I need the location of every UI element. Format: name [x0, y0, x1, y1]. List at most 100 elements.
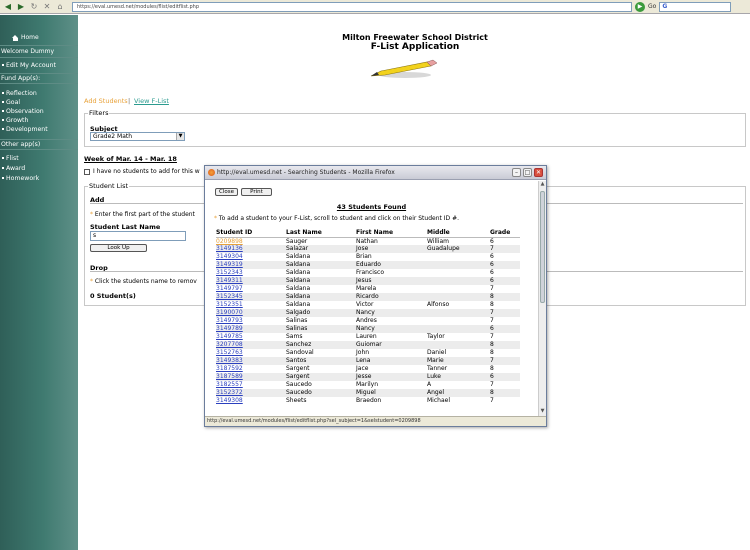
student-id-link[interactable]: 3149304	[216, 253, 286, 261]
first-name-cell: Eduardo	[356, 261, 427, 270]
student-id-link[interactable]: 3149311	[216, 277, 286, 286]
first-name-cell: Marilyn	[356, 380, 379, 388]
student-id-link[interactable]: 3149789	[216, 324, 286, 333]
url-input[interactable]: https://eval.umesd.net/modules/flist/edi…	[72, 1, 632, 12]
student-id-link[interactable]: 3190070	[216, 309, 286, 318]
student-id-link[interactable]: 3152345	[216, 293, 286, 302]
sidebar-item-growth[interactable]: Growth	[2, 117, 28, 124]
go-label[interactable]: Go	[648, 3, 656, 10]
first-name-cell: Jesse	[356, 372, 427, 381]
sidebar-item-flist[interactable]: Flist	[2, 155, 19, 162]
student-id-link[interactable]: 3152343	[216, 269, 286, 277]
grade-cell: 8	[490, 348, 494, 356]
view-flist-link[interactable]: View F-List	[134, 97, 169, 105]
popup-titlebar[interactable]: http://eval.umesd.net - Searching Studen…	[205, 166, 546, 180]
last-name-input[interactable]: s	[90, 231, 186, 241]
browser-toolbar: ◀ ▶ ↻ ✕ ⌂ https://eval.umesd.net/modules…	[0, 0, 750, 14]
student-id-link[interactable]: 3207708	[216, 340, 286, 349]
filters-legend: Filters	[88, 109, 110, 117]
last-name-cell: Saucedo	[286, 380, 312, 388]
bullet-icon	[2, 128, 4, 130]
grade-cell: 6	[490, 269, 494, 277]
google-search-input[interactable]: G	[659, 1, 732, 12]
student-id-link[interactable]: 3149793	[216, 317, 286, 325]
popup-scrollbar[interactable]: ▲ ▼	[538, 181, 546, 416]
reload-icon[interactable]: ↻	[29, 2, 39, 12]
sidebar-item-label: Reflection	[6, 90, 37, 97]
middle-name-cell	[427, 324, 490, 333]
grade-cell: 8	[490, 364, 494, 372]
first-name-cell: Nancy	[356, 324, 427, 333]
student-id-link[interactable]: 3149383	[216, 356, 286, 365]
student-id-link[interactable]: 3149308	[216, 397, 286, 405]
first-name-cell: Francisco	[356, 269, 385, 277]
first-name-cell: Jesus	[356, 277, 427, 286]
last-name-cell: Saucedo	[286, 388, 356, 397]
column-header: Student ID	[216, 229, 286, 238]
column-header: Middle	[427, 229, 490, 238]
drop-divider-right	[547, 271, 743, 272]
stop-icon[interactable]: ✕	[42, 2, 52, 12]
sidebar-item-development[interactable]: Development	[2, 126, 48, 133]
grade-cell: 6	[490, 372, 520, 381]
add-students-link[interactable]: Add Students	[84, 97, 128, 105]
student-id-link[interactable]: 3149785	[216, 333, 286, 341]
look-up-button[interactable]: Look Up	[90, 244, 147, 252]
enter-instructions-text: Enter the first part of the student	[94, 211, 195, 218]
home-icon[interactable]: ⌂	[55, 2, 65, 12]
maximize-icon[interactable]: □	[523, 168, 532, 177]
student-id-link[interactable]: 0209898	[216, 237, 286, 245]
subject-select[interactable]: Grade2 Math ▼	[90, 132, 185, 141]
minimize-icon[interactable]: –	[512, 168, 521, 177]
student-id-link[interactable]: 3152763	[216, 349, 286, 357]
no-students-checkbox[interactable]	[84, 168, 90, 175]
sidebar-item-goal[interactable]: Goal	[2, 99, 20, 106]
table-row: 3149319 Saldana Eduardo 6	[216, 261, 520, 270]
sidebar-item-reflection[interactable]: Reflection	[2, 90, 37, 97]
student-id-link[interactable]: 3152372	[216, 388, 286, 397]
middle-name-cell: Angel	[427, 388, 490, 397]
grade-cell: 8	[490, 388, 520, 397]
middle-name-cell: William	[427, 237, 449, 245]
first-name-cell: Marela	[356, 285, 377, 293]
popup-instructions: * To add a student to your F-List, scrol…	[214, 215, 459, 222]
sidebar-home-link[interactable]: Home	[12, 34, 39, 41]
drop-instructions: * Click the students name to remov	[90, 278, 197, 285]
close-icon[interactable]: ✕	[534, 168, 543, 177]
grade-cell: 7	[490, 285, 494, 293]
scroll-down-icon[interactable]: ▼	[539, 408, 546, 415]
edit-account-link[interactable]: Edit My Account	[2, 62, 56, 69]
table-row: 3149797 Saldana Marela 7	[216, 285, 520, 293]
last-name-cell: Sandoval	[286, 348, 314, 356]
fund-apps-header: Fund App(s):	[0, 73, 78, 84]
scroll-up-icon[interactable]: ▲	[539, 181, 546, 188]
student-id-link[interactable]: 3149797	[216, 285, 286, 293]
last-name-cell: Saldana	[286, 301, 311, 309]
table-row: 3182557 Saucedo Marilyn A 7	[216, 381, 520, 389]
student-count: 0 Student(s)	[90, 292, 136, 300]
students-table: Student ID Last Name First Name Middle G…	[216, 229, 520, 405]
add-divider-right	[547, 203, 743, 204]
go-icon[interactable]: ▶	[635, 1, 645, 12]
student-id-link[interactable]: 3152351	[216, 301, 286, 309]
student-id-link[interactable]: 3149136	[216, 245, 286, 254]
first-name-cell: Victor	[356, 301, 374, 309]
last-name-cell: Salgado	[286, 309, 356, 318]
print-button[interactable]: Print	[241, 188, 272, 196]
close-button[interactable]: Close	[215, 188, 238, 196]
middle-name-cell: Michael	[427, 396, 450, 404]
forward-arrow-icon[interactable]: ▶	[16, 2, 26, 12]
no-students-option[interactable]: I have no students to add for this w	[84, 168, 200, 175]
back-arrow-icon[interactable]: ◀	[3, 2, 13, 12]
sidebar-item-observation[interactable]: Observation	[2, 108, 44, 115]
middle-name-cell	[427, 293, 490, 302]
student-id-link[interactable]: 3187592	[216, 365, 286, 373]
student-id-link[interactable]: 3149319	[216, 261, 286, 270]
student-id-link[interactable]: 3182557	[216, 381, 286, 389]
scrollbar-thumb[interactable]	[540, 191, 545, 303]
edit-account-label: Edit My Account	[6, 62, 56, 69]
first-name-cell: Ricardo	[356, 293, 427, 302]
sidebar-item-homework[interactable]: Homework	[2, 175, 39, 182]
student-id-link[interactable]: 3187589	[216, 372, 286, 381]
sidebar-item-award[interactable]: Award	[2, 165, 25, 172]
